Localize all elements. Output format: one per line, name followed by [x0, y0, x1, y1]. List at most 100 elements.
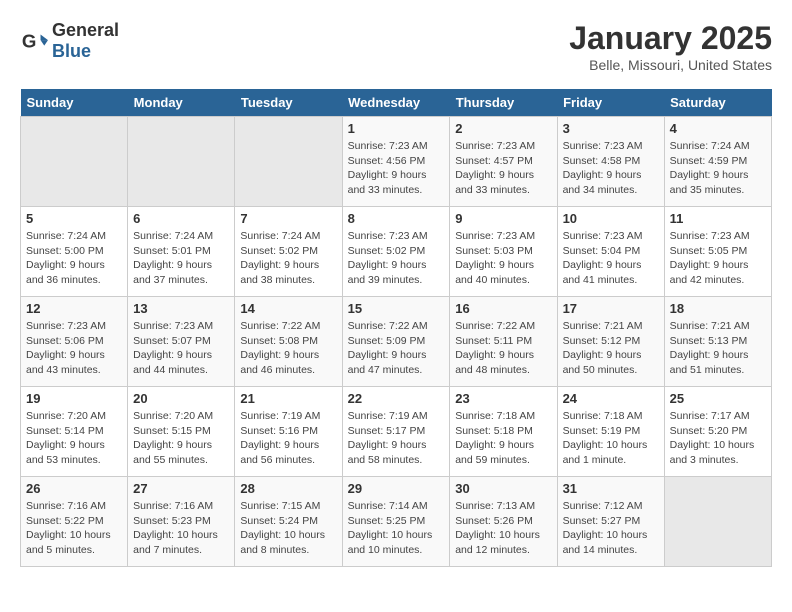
- calendar-cell: 16 Sunrise: 7:22 AMSunset: 5:11 PMDayligh…: [450, 297, 557, 387]
- day-number: 26: [26, 481, 122, 496]
- calendar-cell: 28Sunrise: 7:15 AMSunset: 5:24 PMDayligh…: [235, 477, 342, 567]
- day-info: Sunrise: 7:22 AMSunset: 5:09 PMDaylight:…: [348, 319, 445, 378]
- day-info: Sunrise: 7:23 AMSunset: 4:56 PMDaylight:…: [348, 139, 445, 198]
- calendar-cell: 24 Sunrise: 7:18 AMSunset: 5:19 PMDayligh…: [557, 387, 664, 477]
- calendar-cell: 13 Sunrise: 7:23 AMSunset: 5:07 PMDayligh…: [128, 297, 235, 387]
- calendar-cell: 7 Sunrise: 7:24 AMSunset: 5:02 PMDaylight…: [235, 207, 342, 297]
- calendar-cell: 26 Sunrise: 7:16 AMSunset: 5:22 PMDayligh…: [21, 477, 128, 567]
- day-info: Sunrise: 7:22 AMSunset: 5:11 PMDaylight:…: [455, 319, 551, 378]
- day-number: 24: [563, 391, 659, 406]
- calendar-cell: 12Sunrise: 7:23 AMSunset: 5:06 PMDayligh…: [21, 297, 128, 387]
- calendar-cell: 11Sunrise: 7:23 AMSunset: 5:05 PMDayligh…: [664, 207, 771, 297]
- weekday-header-thursday: Thursday: [450, 89, 557, 117]
- calendar-cell: 15Sunrise: 7:22 AMSunset: 5:09 PMDayligh…: [342, 297, 450, 387]
- day-info: Sunrise: 7:19 AMSunset: 5:17 PMDaylight:…: [348, 409, 445, 468]
- day-info: Sunrise: 7:18 AMSunset: 5:18 PMDaylight:…: [455, 409, 551, 468]
- calendar-cell: [21, 117, 128, 207]
- page-header: G General Blue January 2025 Belle, Misso…: [20, 20, 772, 73]
- day-number: 4: [670, 121, 766, 136]
- day-number: 13: [133, 301, 229, 316]
- day-number: 16: [455, 301, 551, 316]
- day-info: Sunrise: 7:23 AMSunset: 5:05 PMDaylight:…: [670, 229, 766, 288]
- calendar-cell: 21 Sunrise: 7:19 AMSunset: 5:16 PMDayligh…: [235, 387, 342, 477]
- calendar-cell: 25 Sunrise: 7:17 AMSunset: 5:20 PMDayligh…: [664, 387, 771, 477]
- logo-icon: G: [20, 27, 48, 55]
- calendar-cell: [128, 117, 235, 207]
- day-info: Sunrise: 7:14 AMSunset: 5:25 PMDaylight:…: [348, 499, 445, 558]
- day-info: Sunrise: 7:16 AMSunset: 5:23 PMDaylight:…: [133, 499, 229, 558]
- calendar-cell: 17Sunrise: 7:21 AMSunset: 5:12 PMDayligh…: [557, 297, 664, 387]
- day-number: 21: [240, 391, 336, 406]
- calendar-cell: [235, 117, 342, 207]
- day-info: Sunrise: 7:12 AMSunset: 5:27 PMDaylight:…: [563, 499, 659, 558]
- day-number: 31: [563, 481, 659, 496]
- day-info: Sunrise: 7:24 AMSunset: 5:02 PMDaylight:…: [240, 229, 336, 288]
- day-info: Sunrise: 7:24 AMSunset: 5:00 PMDaylight:…: [26, 229, 122, 288]
- day-number: 6: [133, 211, 229, 226]
- week-row-3: 12Sunrise: 7:23 AMSunset: 5:06 PMDayligh…: [21, 297, 772, 387]
- day-info: Sunrise: 7:24 AMSunset: 5:01 PMDaylight:…: [133, 229, 229, 288]
- calendar-cell: 20 Sunrise: 7:20 AMSunset: 5:15 PMDayligh…: [128, 387, 235, 477]
- day-number: 2: [455, 121, 551, 136]
- week-row-1: 1Sunrise: 7:23 AMSunset: 4:56 PMDaylight…: [21, 117, 772, 207]
- logo-blue: Blue: [52, 41, 91, 61]
- calendar-cell: 6 Sunrise: 7:24 AMSunset: 5:01 PMDaylight…: [128, 207, 235, 297]
- day-number: 14: [240, 301, 336, 316]
- day-info: Sunrise: 7:21 AMSunset: 5:13 PMDaylight:…: [670, 319, 766, 378]
- week-row-4: 19 Sunrise: 7:20 AMSunset: 5:14 PMDayligh…: [21, 387, 772, 477]
- day-info: Sunrise: 7:23 AMSunset: 5:06 PMDaylight:…: [26, 319, 122, 378]
- day-info: Sunrise: 7:13 AMSunset: 5:26 PMDaylight:…: [455, 499, 551, 558]
- day-number: 20: [133, 391, 229, 406]
- day-info: Sunrise: 7:18 AMSunset: 5:19 PMDaylight:…: [563, 409, 659, 468]
- calendar-cell: 2 Sunrise: 7:23 AMSunset: 4:57 PMDaylight…: [450, 117, 557, 207]
- week-row-2: 5 Sunrise: 7:24 AMSunset: 5:00 PMDaylight…: [21, 207, 772, 297]
- day-number: 18: [670, 301, 766, 316]
- calendar-cell: 9Sunrise: 7:23 AMSunset: 5:03 PMDaylight…: [450, 207, 557, 297]
- week-row-5: 26 Sunrise: 7:16 AMSunset: 5:22 PMDayligh…: [21, 477, 772, 567]
- weekday-header-sunday: Sunday: [21, 89, 128, 117]
- day-info: Sunrise: 7:23 AMSunset: 5:03 PMDaylight:…: [455, 229, 551, 288]
- day-number: 30: [455, 481, 551, 496]
- day-info: Sunrise: 7:23 AMSunset: 5:07 PMDaylight:…: [133, 319, 229, 378]
- calendar-cell: 3 Sunrise: 7:23 AMSunset: 4:58 PMDaylight…: [557, 117, 664, 207]
- day-number: 5: [26, 211, 122, 226]
- logo-general: General: [52, 20, 119, 40]
- calendar-cell: 5 Sunrise: 7:24 AMSunset: 5:00 PMDaylight…: [21, 207, 128, 297]
- weekday-header-friday: Friday: [557, 89, 664, 117]
- day-number: 10: [563, 211, 659, 226]
- calendar-cell: [664, 477, 771, 567]
- day-info: Sunrise: 7:20 AMSunset: 5:14 PMDaylight:…: [26, 409, 122, 468]
- day-number: 17: [563, 301, 659, 316]
- logo: G General Blue: [20, 20, 119, 62]
- weekday-header-monday: Monday: [128, 89, 235, 117]
- day-number: 3: [563, 121, 659, 136]
- day-info: Sunrise: 7:23 AMSunset: 4:57 PMDaylight:…: [455, 139, 551, 198]
- weekday-header-row: SundayMondayTuesdayWednesdayThursdayFrid…: [21, 89, 772, 117]
- day-number: 7: [240, 211, 336, 226]
- day-number: 19: [26, 391, 122, 406]
- weekday-header-tuesday: Tuesday: [235, 89, 342, 117]
- calendar-cell: 4 Sunrise: 7:24 AMSunset: 4:59 PMDaylight…: [664, 117, 771, 207]
- calendar-cell: 31 Sunrise: 7:12 AMSunset: 5:27 PMDayligh…: [557, 477, 664, 567]
- weekday-header-saturday: Saturday: [664, 89, 771, 117]
- day-number: 25: [670, 391, 766, 406]
- day-info: Sunrise: 7:16 AMSunset: 5:22 PMDaylight:…: [26, 499, 122, 558]
- calendar-cell: 29Sunrise: 7:14 AMSunset: 5:25 PMDayligh…: [342, 477, 450, 567]
- month-title: January 2025: [569, 20, 772, 57]
- day-number: 28: [240, 481, 336, 496]
- day-info: Sunrise: 7:24 AMSunset: 4:59 PMDaylight:…: [670, 139, 766, 198]
- calendar-cell: 19 Sunrise: 7:20 AMSunset: 5:14 PMDayligh…: [21, 387, 128, 477]
- calendar-cell: 22Sunrise: 7:19 AMSunset: 5:17 PMDayligh…: [342, 387, 450, 477]
- calendar-cell: 27Sunrise: 7:16 AMSunset: 5:23 PMDayligh…: [128, 477, 235, 567]
- title-block: January 2025 Belle, Missouri, United Sta…: [569, 20, 772, 73]
- calendar-cell: 1Sunrise: 7:23 AMSunset: 4:56 PMDaylight…: [342, 117, 450, 207]
- calendar-cell: 18 Sunrise: 7:21 AMSunset: 5:13 PMDayligh…: [664, 297, 771, 387]
- day-info: Sunrise: 7:17 AMSunset: 5:20 PMDaylight:…: [670, 409, 766, 468]
- day-info: Sunrise: 7:23 AMSunset: 4:58 PMDaylight:…: [563, 139, 659, 198]
- day-info: Sunrise: 7:23 AMSunset: 5:04 PMDaylight:…: [563, 229, 659, 288]
- calendar-cell: 30 Sunrise: 7:13 AMSunset: 5:26 PMDayligh…: [450, 477, 557, 567]
- day-info: Sunrise: 7:19 AMSunset: 5:16 PMDaylight:…: [240, 409, 336, 468]
- day-info: Sunrise: 7:20 AMSunset: 5:15 PMDaylight:…: [133, 409, 229, 468]
- day-number: 8: [348, 211, 445, 226]
- calendar-table: SundayMondayTuesdayWednesdayThursdayFrid…: [20, 89, 772, 567]
